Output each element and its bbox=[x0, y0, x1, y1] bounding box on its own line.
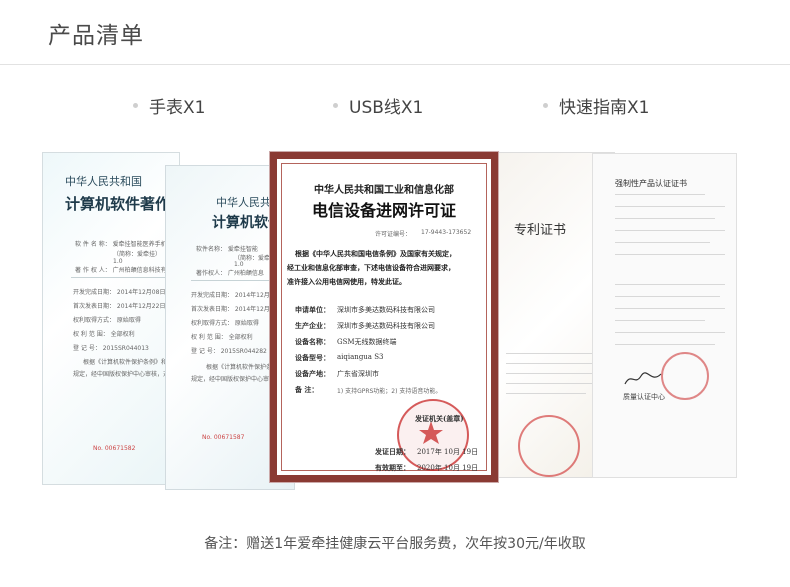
field-label: 生产企业： bbox=[295, 321, 330, 330]
license-body-line: 经工业和信息化部审查，下述电信设备符合进网要求， bbox=[287, 263, 455, 272]
cert-text-line bbox=[615, 206, 725, 207]
cert-text-line bbox=[506, 383, 601, 384]
cert-text-line bbox=[615, 218, 715, 219]
valid-until-label: 有效期至： bbox=[375, 463, 410, 472]
cert-row: 著作权人： 广州柏頔信息 bbox=[196, 270, 264, 277]
cert-row: 1.0 bbox=[234, 261, 244, 268]
license-title: 电信设备进网许可证 bbox=[311, 201, 456, 220]
cert-row: 开发完成日期： 2014年12月08日 bbox=[73, 289, 166, 296]
license-number: 17-9443-173652 bbox=[421, 229, 472, 236]
item-label: USB线X1 bbox=[349, 98, 424, 118]
cert-title: 专利证书 bbox=[514, 223, 567, 238]
footer-note: 备注：赠送1年爱牵挂健康云平台服务费，次年按30元/年收取 bbox=[204, 536, 586, 552]
cert-text-line bbox=[615, 194, 705, 195]
cert-text-line bbox=[506, 373, 601, 374]
cert-text-line bbox=[615, 284, 725, 285]
cert-divider bbox=[71, 277, 171, 278]
cert-text-line bbox=[615, 332, 725, 333]
cert-number: No. 00671587 bbox=[202, 434, 245, 441]
cert-row: （简称：爱牵挂） bbox=[113, 251, 162, 258]
bullet-icon bbox=[333, 103, 338, 108]
license-body-line: 准许接入公用电信网使用，特发此证。 bbox=[287, 277, 406, 286]
cert-text-line bbox=[615, 242, 710, 243]
field-label: 设备型号： bbox=[295, 353, 330, 362]
item-label: 快速指南X1 bbox=[559, 98, 650, 118]
field-value: 深圳市多美达数码科技有限公司 bbox=[337, 322, 435, 330]
cert-row: 软 件 名 称： 爱牵挂智能医养手机 bbox=[75, 241, 167, 248]
issue-date-label: 发证日期： bbox=[375, 447, 410, 456]
cert-text-line bbox=[615, 344, 715, 345]
field-label: 备 注： bbox=[295, 385, 319, 394]
item-label: 手表X1 bbox=[149, 98, 206, 118]
ccc-certificate: 强制性产品认证证书 质量认证中心 bbox=[592, 153, 737, 478]
cert-row: 著 作 权 人： 广州柏頔信息科技有限 bbox=[75, 267, 173, 274]
header-divider bbox=[0, 64, 790, 65]
cert-text-line bbox=[615, 230, 725, 231]
cert-text-line bbox=[506, 393, 586, 394]
cert-row: 权利取得方式： 原始取得 bbox=[191, 320, 259, 327]
field-value: 深圳市多美达数码科技有限公司 bbox=[337, 306, 435, 314]
cert-row: 规定，经中国版权保护中心审 bbox=[191, 376, 270, 383]
cert-row: 权利取得方式： 原始取得 bbox=[73, 317, 141, 324]
cert-title: 计算机软件著作 bbox=[65, 195, 171, 213]
cert-text-line bbox=[506, 353, 601, 354]
signature-icon bbox=[623, 370, 663, 388]
cert-row: 首次发表日期： 2014年12月22日 bbox=[73, 303, 166, 310]
cert-seal bbox=[518, 415, 580, 477]
license-body-line: 根据《中华人民共和国电信条例》及国家有关规定， bbox=[295, 249, 456, 258]
issuer-label: 发证机关(盖章) bbox=[415, 414, 464, 423]
cert-number: No. 00671582 bbox=[93, 445, 136, 452]
cert-text-line bbox=[615, 254, 725, 255]
cert-row: 权 利 范 围： 全部权利 bbox=[191, 334, 253, 341]
bullet-icon bbox=[133, 103, 138, 108]
field-label: 设备产地： bbox=[295, 369, 330, 378]
list-item-quick-guide: 快速指南X1 bbox=[543, 93, 649, 118]
field-value: GSM无线数据终端 bbox=[337, 338, 397, 346]
cert-row: 首次发表日期： 2014年12月23 bbox=[191, 306, 278, 313]
field-label: 申请单位： bbox=[295, 305, 330, 314]
cert-row: 1.0 bbox=[113, 258, 123, 265]
cert-footer: 质量认证中心 bbox=[623, 393, 665, 401]
valid-until-date: 2020年 10月 19日 bbox=[417, 464, 479, 472]
cert-heading: 中华人民共 bbox=[216, 196, 271, 209]
cert-text-line bbox=[615, 296, 720, 297]
list-item-watch: 手表X1 bbox=[133, 93, 205, 118]
field-value: 1) 支持GPRS功能；2) 支持语音功能。 bbox=[337, 388, 442, 395]
list-item-usb-cable: USB线X1 bbox=[333, 93, 423, 118]
license-ministry: 中华人民共和国工业和信息化部 bbox=[314, 185, 454, 196]
official-seal bbox=[397, 399, 469, 471]
cert-row: 登 记 号： 2015SR044282 bbox=[191, 348, 267, 355]
software-copyright-certificate-1: 中华人民共和国 计算机软件著作 软 件 名 称： 爱牵挂智能医养手机 （简称：爱… bbox=[42, 152, 180, 485]
cert-title: 强制性产品认证证书 bbox=[615, 179, 687, 188]
network-access-license: 中华人民共和国工业和信息化部 电信设备进网许可证 许可证编号： 17-9443-… bbox=[270, 152, 498, 482]
field-value: aiqiangua S3 bbox=[337, 353, 384, 361]
cert-row: 登 记 号： 2015SR044013 bbox=[73, 345, 149, 352]
field-label: 设备名称： bbox=[295, 337, 330, 346]
page-title: 产品清单 bbox=[48, 23, 144, 49]
bullet-icon bbox=[543, 103, 548, 108]
cert-text-line bbox=[506, 363, 601, 364]
license-number-label: 许可证编号： bbox=[375, 231, 412, 238]
cert-row: 规定，经中国版权保护中心审核，对 bbox=[73, 371, 170, 378]
cert-row: 软件名称： 爱牵挂智能 bbox=[196, 246, 258, 253]
cert-seal bbox=[661, 352, 709, 400]
cert-heading: 中华人民共和国 bbox=[65, 175, 142, 188]
issue-date: 2017年 10月 19日 bbox=[417, 448, 479, 456]
field-value: 广东省深圳市 bbox=[337, 370, 379, 378]
cert-text-line bbox=[615, 308, 725, 309]
cert-text-line bbox=[615, 320, 705, 321]
cert-row: 权 利 范 围： 全部权利 bbox=[73, 331, 135, 338]
cert-row: 根据《计算机软件保护条例》和 bbox=[83, 359, 168, 366]
